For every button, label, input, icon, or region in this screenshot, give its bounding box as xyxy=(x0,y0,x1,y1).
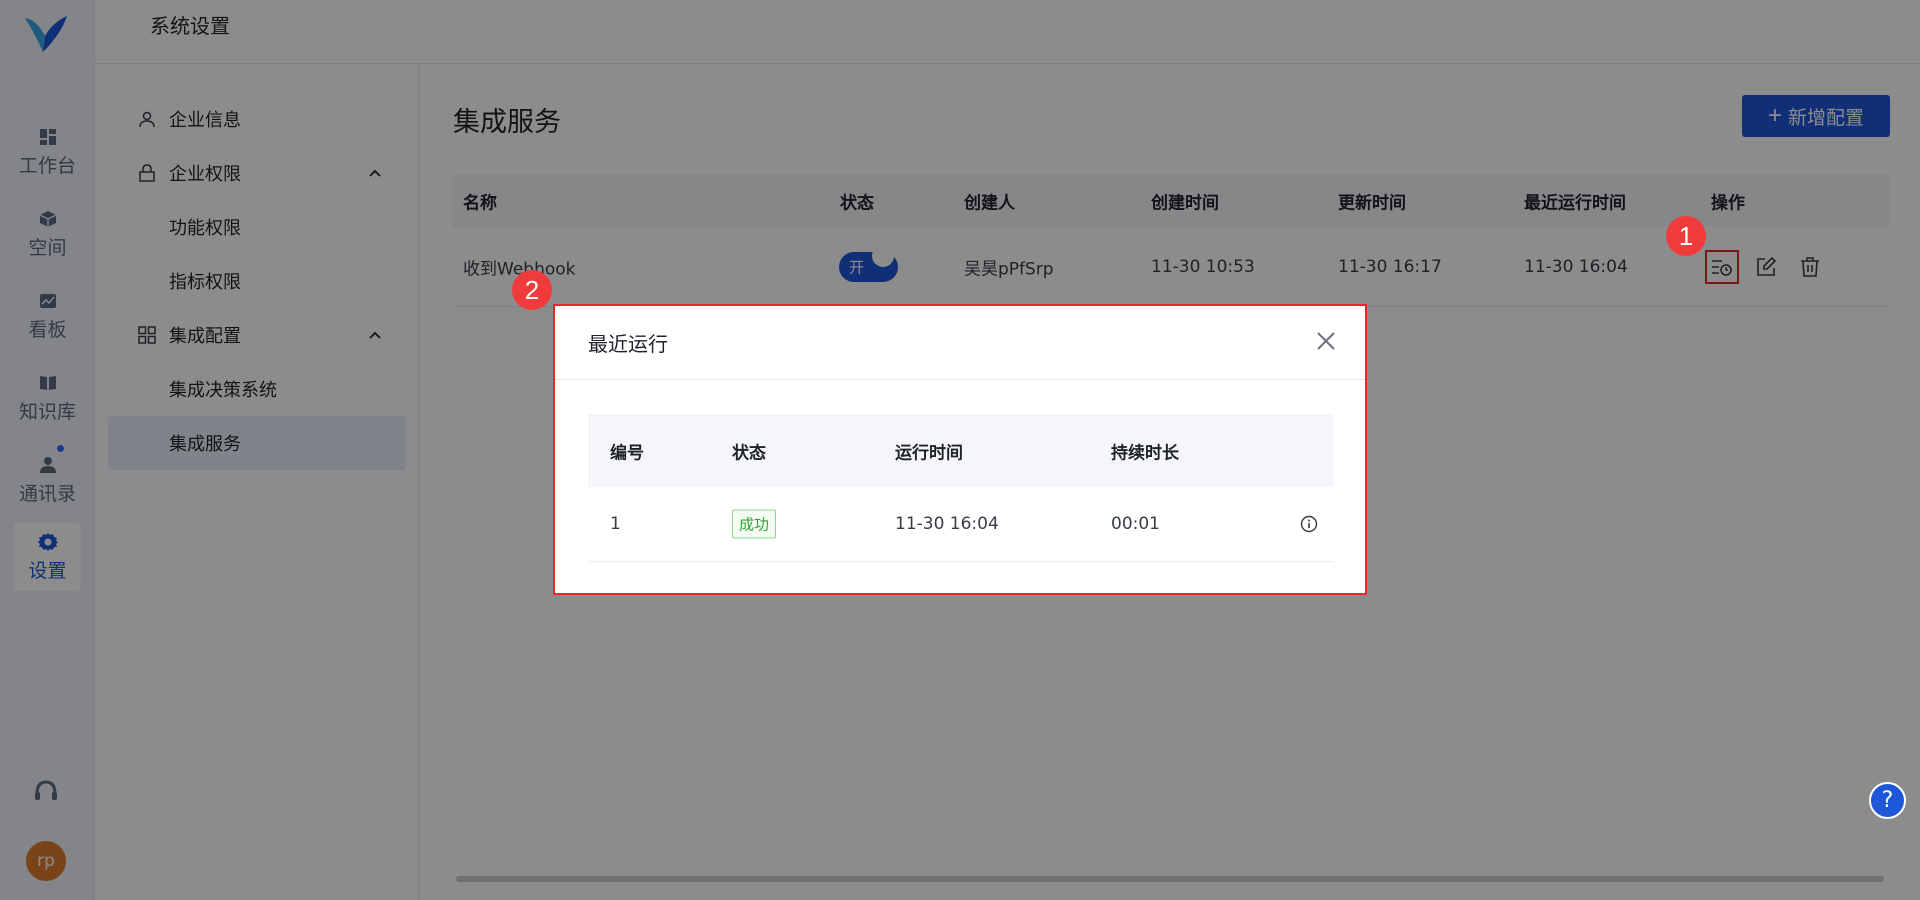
run-time: 11-30 16:04 xyxy=(895,514,999,534)
run-duration: 00:01 xyxy=(1111,514,1160,534)
col-run-time: 运行时间 xyxy=(895,443,963,463)
modal-header: 最近运行 xyxy=(555,306,1365,380)
modal-title: 最近运行 xyxy=(588,332,668,356)
col-status: 状态 xyxy=(732,443,766,463)
step-2-marker: 2 xyxy=(512,270,552,310)
status-badge: 成功 xyxy=(732,509,777,539)
col-id: 编号 xyxy=(610,443,644,463)
close-icon xyxy=(1317,332,1335,350)
col-duration: 持续时长 xyxy=(1111,443,1179,463)
runs-table-header: 编号 状态 运行时间 持续时长 xyxy=(588,414,1334,487)
close-button[interactable] xyxy=(1313,328,1339,354)
recent-runs-modal: 最近运行 编号 状态 运行时间 持续时长 1 成功 11-30 16:04 00… xyxy=(553,304,1367,595)
run-id: 1 xyxy=(610,514,621,534)
runs-table: 编号 状态 运行时间 持续时长 1 成功 11-30 16:04 00:01 xyxy=(588,414,1334,562)
info-icon[interactable] xyxy=(1300,515,1318,533)
table-row[interactable]: 1 成功 11-30 16:04 00:01 xyxy=(588,487,1334,562)
help-button[interactable]: ? xyxy=(1869,782,1906,819)
step-1-marker: 1 xyxy=(1666,216,1706,256)
